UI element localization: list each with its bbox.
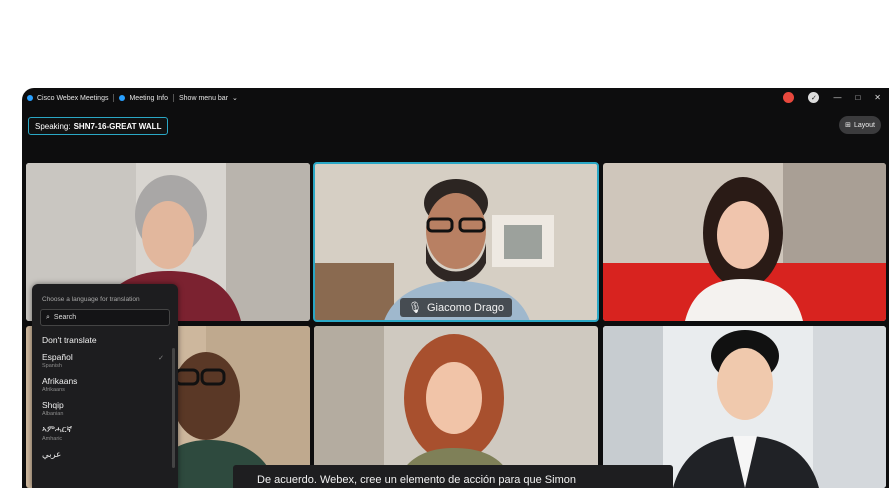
minimize-button[interactable]: — (833, 93, 841, 102)
language-option-afrikaans[interactable]: Afrikaans Afrikaans (32, 373, 178, 397)
participant-video-3 (603, 163, 886, 321)
participant-name-label: 🎙 Giacomo Drago (400, 298, 513, 317)
video-tile-active-speaker[interactable]: 🎙 Giacomo Drago (313, 162, 599, 322)
chevron-down-icon: ⌄ (232, 95, 238, 102)
recording-indicator-icon[interactable] (783, 92, 795, 103)
speaking-indicator: Speaking: SHN7-16-GREAT WALL (28, 117, 169, 135)
meeting-info-button[interactable]: Meeting Info (114, 95, 173, 102)
maximize-button[interactable]: □ (855, 93, 860, 102)
language-search-input[interactable]: ⌕ Search (40, 309, 170, 326)
closed-caption-bar: De acuerdo. Webex, cree un elemento de a… (233, 465, 673, 488)
title-bar: Cisco Webex Meetings Meeting Info Show m… (22, 88, 889, 108)
language-option-spanish[interactable]: Español Spanish ✓ (32, 349, 178, 373)
caption-text: De acuerdo. Webex, cree un elemento de a… (257, 474, 576, 486)
microphone-icon: 🎙 (408, 302, 422, 314)
window-controls: ✓ — □ ✕ (783, 92, 881, 103)
info-icon (119, 95, 126, 101)
language-option-dont-translate[interactable]: Don't translate (32, 332, 178, 349)
security-shield-icon[interactable]: ✓ (808, 92, 820, 103)
close-button[interactable]: ✕ (874, 93, 881, 102)
language-list: Don't translate Español Spanish ✓ Afrika… (32, 332, 178, 464)
language-option-albanian[interactable]: Shqip Albanian (32, 397, 178, 421)
search-icon: ⌕ (46, 313, 50, 321)
participant-video-5 (314, 326, 598, 488)
video-tile-5[interactable] (314, 326, 598, 488)
scrollbar[interactable] (172, 348, 175, 468)
translation-language-panel: Choose a language for translation ⌕ Sear… (32, 284, 178, 488)
layout-button[interactable]: ⊞ Layout (839, 116, 881, 134)
webex-logo-icon (27, 95, 33, 101)
language-option-amharic[interactable]: ኣምሓርኛ Amharic (32, 421, 178, 446)
app-title: Cisco Webex Meetings (22, 95, 113, 102)
checkmark-icon: ✓ (158, 355, 164, 362)
language-option-arabic[interactable]: عربي (32, 446, 178, 464)
participant-video-6 (603, 326, 886, 488)
panel-heading: Choose a language for translation (42, 296, 140, 303)
show-menu-bar-button[interactable]: Show menu bar ⌄ (174, 94, 243, 103)
video-tile-6[interactable] (603, 326, 886, 488)
grid-icon: ⊞ (845, 122, 851, 129)
video-tile-3[interactable] (603, 163, 886, 321)
